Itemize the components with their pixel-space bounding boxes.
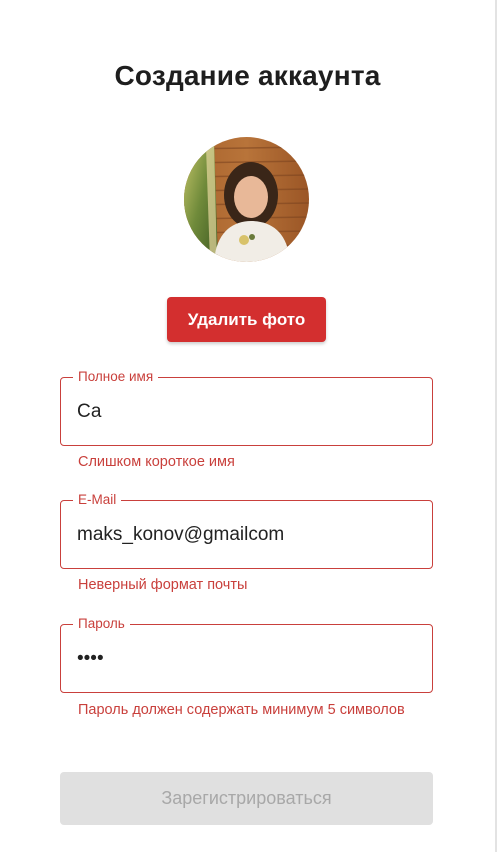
page-title: Создание аккаунта	[114, 60, 381, 91]
password-field[interactable]: Пароль	[60, 616, 433, 693]
delete-photo-button[interactable]: Удалить фото	[167, 297, 326, 342]
password-input[interactable]	[77, 645, 417, 673]
email-input[interactable]	[77, 521, 417, 549]
full-name-field[interactable]: Полное имя	[60, 369, 433, 446]
avatar	[184, 137, 309, 262]
full-name-input[interactable]	[77, 398, 417, 426]
full-name-error: Слишком короткое имя	[78, 454, 235, 470]
password-label: Пароль	[73, 616, 130, 632]
email-error: Неверный формат почты	[78, 577, 248, 593]
password-error: Пароль должен содержать минимум 5 символ…	[78, 702, 405, 718]
email-label: E-Mail	[73, 492, 122, 508]
full-name-label: Полное имя	[73, 369, 159, 385]
user-photo-icon	[184, 137, 309, 262]
email-field[interactable]: E-Mail	[60, 492, 433, 569]
register-button[interactable]: Зарегистрироваться	[60, 772, 433, 825]
